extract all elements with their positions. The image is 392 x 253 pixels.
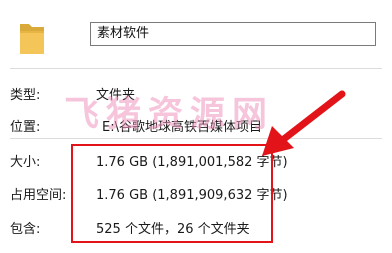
disk-size-label: 占用空间: [10, 188, 67, 203]
size-label: 大小: [10, 155, 41, 170]
highlight-box [71, 144, 273, 243]
contains-label: 包含: [10, 222, 41, 237]
divider [10, 68, 382, 69]
location-label: 位置: [10, 120, 41, 135]
type-value: 文件夹 [96, 88, 136, 103]
folder-icon [18, 18, 46, 56]
location-value: E:\谷歌地球高铁百媒体项目 [102, 120, 262, 135]
folder-name-input[interactable]: 素材软件 [90, 22, 376, 46]
arrow-icon [258, 90, 348, 160]
type-label: 类型: [10, 88, 41, 103]
